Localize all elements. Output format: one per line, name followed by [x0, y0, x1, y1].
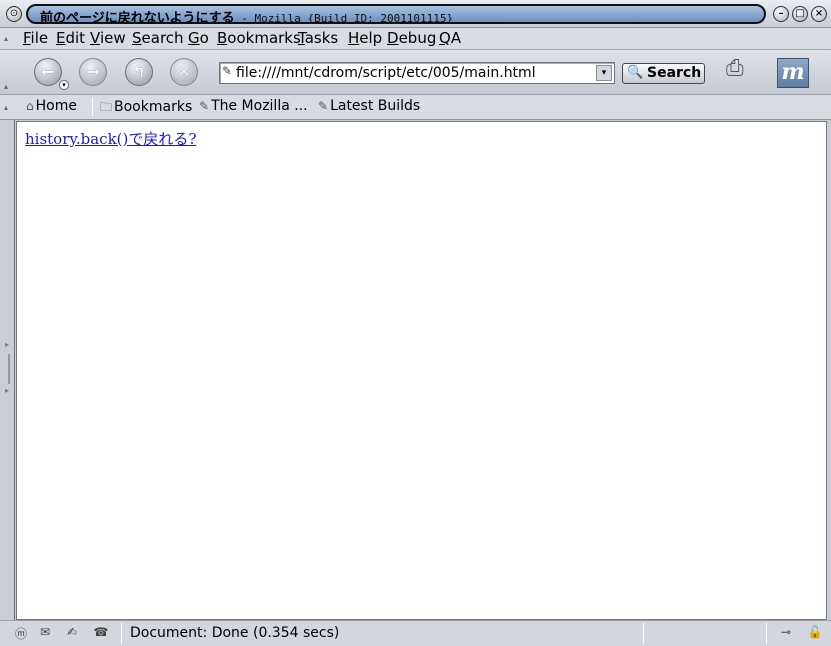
bookmark-latest-label: Latest Builds — [330, 98, 421, 114]
menu-bookmarks-key: B — [217, 29, 228, 47]
menu-search-rest: earch — [141, 29, 184, 47]
menu-bookmarks-rest: ookmarks — [227, 29, 301, 47]
menu-go-rest: o — [199, 29, 209, 47]
folder-icon: 🗀 — [100, 100, 113, 114]
personal-toolbar: ▴ ⌂ Home 🗀 Bookmarks ✎ The Mozilla ... ✎ Lat… — [0, 95, 831, 120]
window-title-main: 前のページに戻れないようにする — [40, 11, 235, 24]
title-pill: 前のページに戻れないようにする - Mozilla {Build ID: 200… — [26, 4, 766, 24]
navigation-toolbar: ▴ ← ▾ → ↰ ✕ ✎ file:////mnt/cdrom/script/… — [0, 50, 831, 95]
menu-help-rest: elp — [359, 29, 383, 47]
url-text[interactable]: file:////mnt/cdrom/script/etc/005/main.h… — [236, 65, 536, 81]
reload-icon: ↰ — [132, 62, 146, 81]
menu-edit[interactable]: Edit — [56, 29, 85, 47]
status-separator — [643, 623, 644, 644]
window-title-sub: - Mozilla {Build ID: 2001101115} — [234, 12, 454, 24]
page-content: history.back()で戻れる? — [16, 121, 827, 620]
menu-search[interactable]: Search — [132, 29, 184, 47]
search-button[interactable]: 🔍 Search — [622, 63, 705, 84]
sidebar-grip-line — [8, 354, 10, 384]
menu-tasks-rest: asks — [304, 29, 339, 47]
back-arrow-icon: ← — [41, 62, 55, 81]
url-history-dropdown-icon[interactable]: ▾ — [596, 65, 612, 81]
menu-edit-rest: dit — [65, 29, 86, 47]
window-title: 前のページに戻れないようにする - Mozilla {Build ID: 200… — [40, 7, 454, 24]
close-button[interactable]: × — [811, 6, 827, 22]
sidebar-grippy[interactable]: ▸ ▸ — [0, 120, 15, 620]
menu-qa-key: Q — [439, 29, 451, 47]
minimize-button[interactable]: – — [773, 6, 789, 22]
bookmark-icon: ✎ — [199, 99, 210, 113]
bookmark-icon: ✎ — [318, 99, 329, 113]
online-status-icon[interactable]: ⊸ — [774, 625, 798, 641]
history-back-link[interactable]: history.back()で戻れる? — [25, 128, 196, 149]
back-button[interactable]: ← — [34, 58, 62, 86]
toolbar-separator — [92, 98, 93, 116]
magnifier-icon: 🔍 — [627, 65, 644, 80]
home-icon: ⌂ — [26, 99, 34, 113]
menu-bookmarks[interactable]: Bookmarks — [217, 29, 301, 47]
menu-search-key: S — [132, 29, 142, 47]
menu-debug-rest: ebug — [398, 29, 437, 47]
menu-go[interactable]: Go — [188, 29, 209, 47]
window-titlebar: ⊙ 前のページに戻れないようにする - Mozilla {Build ID: 2… — [0, 0, 831, 28]
home-button[interactable]: ⌂ Home — [26, 98, 77, 114]
menu-tasks[interactable]: Tasks — [298, 29, 338, 47]
bookmark-latest-builds[interactable]: ✎ Latest Builds — [318, 98, 420, 114]
menu-help[interactable]: Help — [348, 29, 382, 47]
back-history-dropdown-icon[interactable]: ▾ — [59, 80, 69, 90]
window-menu-icon[interactable]: ⊙ — [6, 6, 22, 22]
menu-qa[interactable]: QA — [439, 29, 461, 47]
menu-file-key: F — [23, 29, 31, 47]
print-icon[interactable]: ⎙ — [726, 56, 762, 86]
menu-tasks-key: T — [298, 29, 305, 47]
menu-debug[interactable]: Debug — [387, 29, 436, 47]
status-bar: ⓜ ✉ ✍ ☎ Document: Done (0.354 secs) ⊸ 🔓 — [0, 620, 831, 646]
sidebar-open-icon: ▸ — [5, 340, 10, 349]
bookmark-mozilla-label: The Mozilla ... — [211, 98, 308, 114]
stop-icon: ✕ — [177, 62, 191, 81]
home-label: Home — [35, 98, 77, 114]
menu-help-key: H — [348, 29, 360, 47]
security-lock-icon[interactable]: 🔓 — [806, 625, 824, 641]
menu-view-key: V — [90, 29, 100, 47]
menu-view-rest: iew — [99, 29, 126, 47]
addressbook-icon[interactable]: ☎ — [92, 625, 110, 641]
mozilla-throbber-icon[interactable]: m — [777, 58, 809, 88]
status-separator — [766, 623, 767, 644]
forward-button[interactable]: → — [79, 58, 107, 86]
bookmarkbar-grip-icon[interactable]: ▴ — [4, 103, 14, 112]
sidebar-open-icon: ▸ — [5, 386, 10, 395]
menu-debug-key: D — [387, 29, 399, 47]
composer-icon[interactable]: ✍ — [63, 625, 81, 641]
reload-button[interactable]: ↰ — [125, 58, 153, 86]
status-text: Document: Done (0.354 secs) — [130, 625, 340, 641]
menubar: ▴ File Edit View Search Go Bookmarks Tas… — [0, 28, 831, 50]
menu-qa-rest: A — [450, 29, 462, 47]
page-proxy-icon[interactable]: ✎ — [222, 64, 232, 78]
url-bar[interactable]: ✎ file:////mnt/cdrom/script/etc/005/main… — [219, 62, 615, 84]
menu-file[interactable]: File — [23, 29, 48, 47]
search-button-label: Search — [647, 65, 702, 81]
menu-view[interactable]: View — [90, 29, 126, 47]
mail-icon[interactable]: ✉ — [36, 625, 54, 641]
menu-file-rest: ile — [30, 29, 49, 47]
maximize-button[interactable]: □ — [792, 6, 808, 22]
menu-go-key: G — [188, 29, 200, 47]
status-separator — [121, 623, 122, 644]
bookmark-mozilla[interactable]: ✎ The Mozilla ... — [199, 98, 308, 114]
forward-arrow-icon: → — [86, 62, 100, 81]
navbar-grip-icon[interactable]: ▴ — [4, 82, 14, 91]
navigator-icon[interactable]: ⓜ — [12, 625, 30, 641]
bookmarks-label: Bookmarks — [114, 99, 193, 115]
menubar-grip-icon[interactable]: ▴ — [4, 34, 14, 43]
stop-button[interactable]: ✕ — [170, 58, 198, 86]
bookmarks-button[interactable]: 🗀 Bookmarks — [100, 98, 192, 119]
